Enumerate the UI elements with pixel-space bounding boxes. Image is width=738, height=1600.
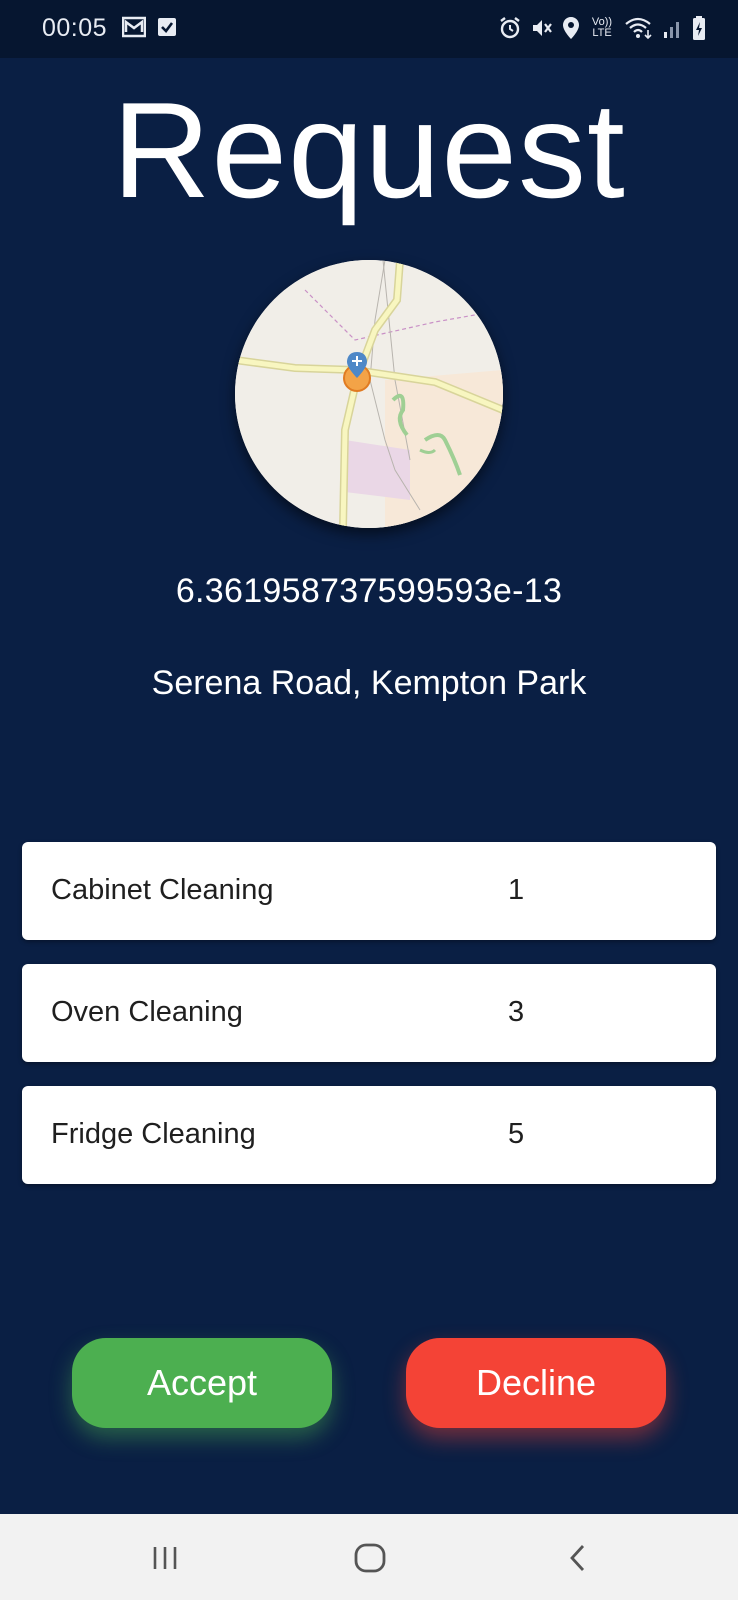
- service-quantity: 3: [508, 996, 525, 1028]
- service-name: Cabinet Cleaning: [51, 874, 274, 906]
- checkbox-notification-icon: [158, 18, 176, 36]
- recent-apps-icon[interactable]: [145, 1540, 185, 1576]
- service-quantity: 5: [508, 1118, 525, 1150]
- system-nav-bar: [0, 1514, 738, 1600]
- alarm-icon: [500, 17, 520, 39]
- status-time: 00:05: [42, 14, 108, 42]
- battery-icon: [693, 16, 705, 40]
- location-icon: [563, 17, 579, 39]
- address-text: Serena Road, Kempton Park: [151, 664, 587, 702]
- coordinate-value: 6.361958737599593e-13: [175, 572, 563, 610]
- home-icon[interactable]: [350, 1540, 390, 1576]
- page-title: Request: [112, 74, 626, 226]
- signal-icon: [664, 22, 679, 38]
- status-bar: 00:05 Vo)) LTE: [0, 0, 738, 58]
- service-card: Cabinet Cleaning 1: [22, 842, 716, 940]
- status-icons: Vo)) LTE: [498, 14, 706, 42]
- service-quantity: 1: [508, 874, 525, 906]
- wifi-icon: [625, 17, 652, 40]
- map-graphic: [235, 260, 503, 528]
- service-card: Fridge Cleaning 5: [22, 1086, 716, 1184]
- gmail-icon: [122, 16, 146, 38]
- volte-icon: Vo)) LTE: [588, 17, 616, 39]
- mute-icon: [533, 20, 552, 36]
- decline-button[interactable]: Decline: [406, 1338, 666, 1428]
- service-name: Oven Cleaning: [51, 996, 243, 1028]
- location-map[interactable]: [235, 260, 503, 528]
- service-card: Oven Cleaning 3: [22, 964, 716, 1062]
- accept-button[interactable]: Accept: [72, 1338, 332, 1428]
- service-name: Fridge Cleaning: [51, 1118, 256, 1150]
- back-icon[interactable]: [558, 1540, 598, 1576]
- volte-bottom: LTE: [592, 27, 612, 39]
